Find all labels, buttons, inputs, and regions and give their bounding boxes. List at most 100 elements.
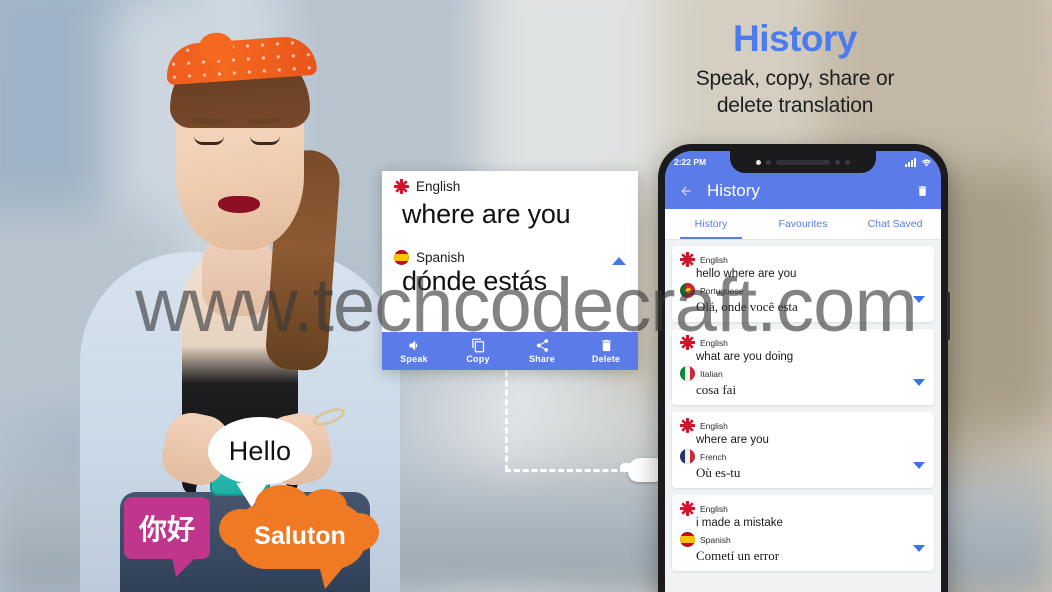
history-target-language: Italian [680,366,926,381]
trash-icon[interactable] [916,184,929,198]
translation-target-text: dónde estás [402,265,547,296]
history-source-language-label: English [700,503,728,514]
speech-bubble-esperanto: Saluton [219,485,379,589]
history-source-language-label: English [700,254,728,265]
history-target-language: Portuguese [680,283,926,298]
share-button[interactable]: Share [510,338,574,364]
tab-chat-saved-label: Chat Saved [867,218,923,230]
speaker-icon [409,340,417,351]
connector-line-vertical [505,371,508,471]
translation-source-text: where are you [402,199,571,229]
status-bar-indicators [905,157,932,167]
translation-source-row: English [382,171,638,194]
phone-mockup: 2:22 PM History History Favourites Chat … [658,144,950,592]
history-source-language-label: English [700,337,728,348]
status-bar-time: 2:22 PM [674,157,707,167]
history-item[interactable]: English hello where are you Portuguese O… [672,246,934,322]
speech-bubble-esperanto-text: Saluton [254,521,346,550]
copy-button[interactable]: Copy [446,338,510,364]
tab-favourites-label: Favourites [778,218,828,230]
camera-dot-icon [756,159,761,165]
phone-side-button[interactable] [947,292,950,340]
speech-bubble-hello-text: Hello [228,435,292,466]
back-arrow-icon[interactable] [677,184,695,198]
spain-flag-icon [680,532,695,547]
history-source-text: i made a mistake [696,517,783,529]
chevron-down-icon[interactable] [913,545,925,552]
translation-action-bar: Speak Copy Share Delete [382,332,638,370]
tab-history-label: History [694,218,728,230]
pointing-hand-cursor-icon [620,458,662,482]
connector-line-horizontal [505,469,635,472]
history-source-text: what are you doing [696,351,794,363]
signal-bars-icon [905,157,916,167]
history-target-language-label: Spanish [700,534,731,545]
delete-button[interactable]: Delete [574,338,638,364]
copy-icon [471,338,484,353]
history-source-language-label: English [700,420,728,431]
chevron-down-icon[interactable] [913,462,925,469]
delete-button-label: Delete [591,354,621,364]
chevron-down-icon[interactable] [913,379,925,386]
italy-flag-icon [680,366,695,381]
history-target-text: Olá, onde você esta [696,299,798,314]
app-bar-title: History [707,181,760,200]
history-list[interactable]: English hello where are you Portuguese O… [665,240,941,592]
headline-subtitle-line1: Speak, copy, share or [695,67,895,90]
chevron-down-icon[interactable] [913,296,925,303]
wifi-icon [922,158,931,167]
tab-history[interactable]: History [665,209,757,239]
headline-subtitle: Speak, copy, share or delete translation [640,66,950,120]
translation-source-language: English [394,179,626,194]
history-item[interactable]: English what are you doing Italian cosa … [672,329,934,405]
translation-target-row: Spanish [382,232,638,265]
history-target-text: Cometí un error [696,548,780,563]
caret-up-icon[interactable] [612,257,626,265]
speak-button-label: Speak [400,354,428,364]
share-icon [536,339,548,352]
uk-flag-icon [394,179,409,194]
earpiece-speaker [776,159,830,165]
tab-chat-saved[interactable]: Chat Saved [849,209,941,239]
history-target-language-label: Italian [700,368,723,379]
history-target-language-label: Portuguese [700,285,744,296]
portugal-flag-icon [680,283,695,298]
spain-flag-icon [394,249,409,265]
history-item[interactable]: English i made a mistake Spanish Cometí … [672,495,934,571]
promo-banner: Hello 你好 Saluton English where are you S… [0,0,1052,592]
uk-flag-icon [680,252,695,267]
sensor-dot-icon-3 [845,159,850,165]
speech-bubble-hello: Hello [208,417,312,485]
tab-bar: History Favourites Chat Saved [665,209,941,240]
sensor-dot-icon [766,159,771,165]
translation-source-language-label: English [416,179,461,194]
headline-subtitle-line2: delete translation [716,93,874,117]
uk-flag-icon [680,501,695,516]
translation-card[interactable]: English where are you Spanish dónde está… [382,171,638,370]
uk-flag-icon [680,418,695,433]
sensor-dot-icon-2 [835,159,840,165]
history-item[interactable]: English where are you French Où es-tu [672,412,934,488]
phone-notch [730,151,876,173]
uk-flag-icon [680,335,695,350]
copy-button-label: Copy [466,354,490,364]
speak-button[interactable]: Speak [382,338,446,364]
history-source-language: English [680,501,926,516]
eye-right [250,136,280,145]
history-source-language: English [680,418,926,433]
lips [218,196,260,213]
speech-bubble-chinese: 你好 [124,497,210,577]
speech-bubble-chinese-text: 你好 [138,514,195,545]
translation-target-language: Spanish [394,249,626,265]
history-target-language: French [680,449,926,464]
eye-left [194,136,224,145]
headline-block: History Speak, copy, share or delete tra… [640,18,950,120]
page-title: History [733,18,857,59]
history-target-language: Spanish [680,532,926,547]
bubble-lobe-top [303,489,347,523]
history-source-language: English [680,252,926,267]
app-bar: History [665,173,941,209]
tab-favourites[interactable]: Favourites [757,209,849,239]
share-button-label: Share [528,354,555,364]
history-source-language: English [680,335,926,350]
